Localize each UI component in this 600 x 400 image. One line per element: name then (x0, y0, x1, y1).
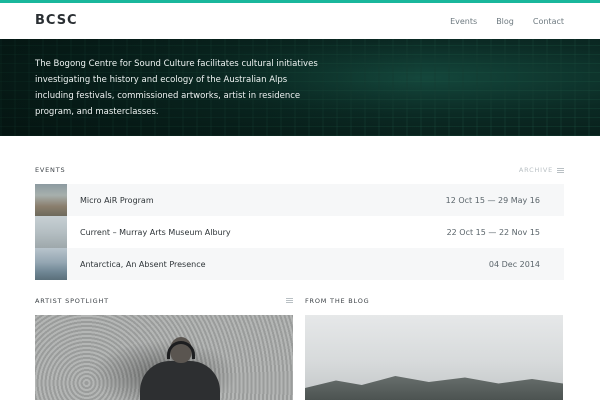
nav-item-events[interactable]: Events (450, 17, 477, 26)
nav-item-blog[interactable]: Blog (496, 17, 514, 26)
event-date: 12 Oct 15 — 29 May 16 (445, 195, 540, 205)
from-the-blog-label: FROM THE BLOG (305, 297, 370, 305)
hero-banner: The Bogong Centre for Sound Culture faci… (0, 39, 600, 136)
archive-label: ARCHIVE (518, 166, 553, 174)
event-title: Current – Murray Arts Museum Albury (80, 227, 231, 237)
event-thumbnail (35, 184, 67, 216)
main-nav: Events Blog Contact (450, 17, 564, 26)
event-title: Antarctica, An Absent Presence (80, 259, 206, 269)
list-icon (557, 167, 564, 173)
event-date: 04 Dec 2014 (488, 259, 540, 269)
hero-intro-text: The Bogong Centre for Sound Culture faci… (35, 59, 318, 117)
landscape-hills (305, 376, 563, 400)
blog-feature-image[interactable] (305, 315, 563, 400)
artist-photo-figure (130, 337, 220, 400)
events-list: Micro AiR Program 12 Oct 15 — 29 May 16 … (35, 184, 564, 280)
site-logo[interactable]: BCSC (35, 13, 78, 28)
event-title: Micro AiR Program (80, 195, 154, 205)
events-section-label: EVENTS (35, 166, 66, 174)
event-thumbnail (35, 216, 67, 248)
event-row[interactable]: Micro AiR Program 12 Oct 15 — 29 May 16 (35, 184, 564, 216)
event-row[interactable]: Current – Murray Arts Museum Albury 22 O… (35, 216, 564, 248)
list-icon[interactable] (286, 298, 293, 303)
event-thumbnail (35, 248, 67, 280)
artist-spotlight-label: ARTIST SPOTLIGHT (35, 297, 109, 305)
artist-spotlight-image[interactable] (35, 315, 293, 400)
nav-item-contact[interactable]: Contact (533, 17, 564, 26)
site-header: BCSC Events Blog Contact (0, 3, 600, 39)
event-date: 22 Oct 15 — 22 Nov 15 (446, 227, 540, 237)
archive-link[interactable]: ARCHIVE (519, 166, 564, 174)
event-row[interactable]: Antarctica, An Absent Presence 04 Dec 20… (35, 248, 564, 280)
